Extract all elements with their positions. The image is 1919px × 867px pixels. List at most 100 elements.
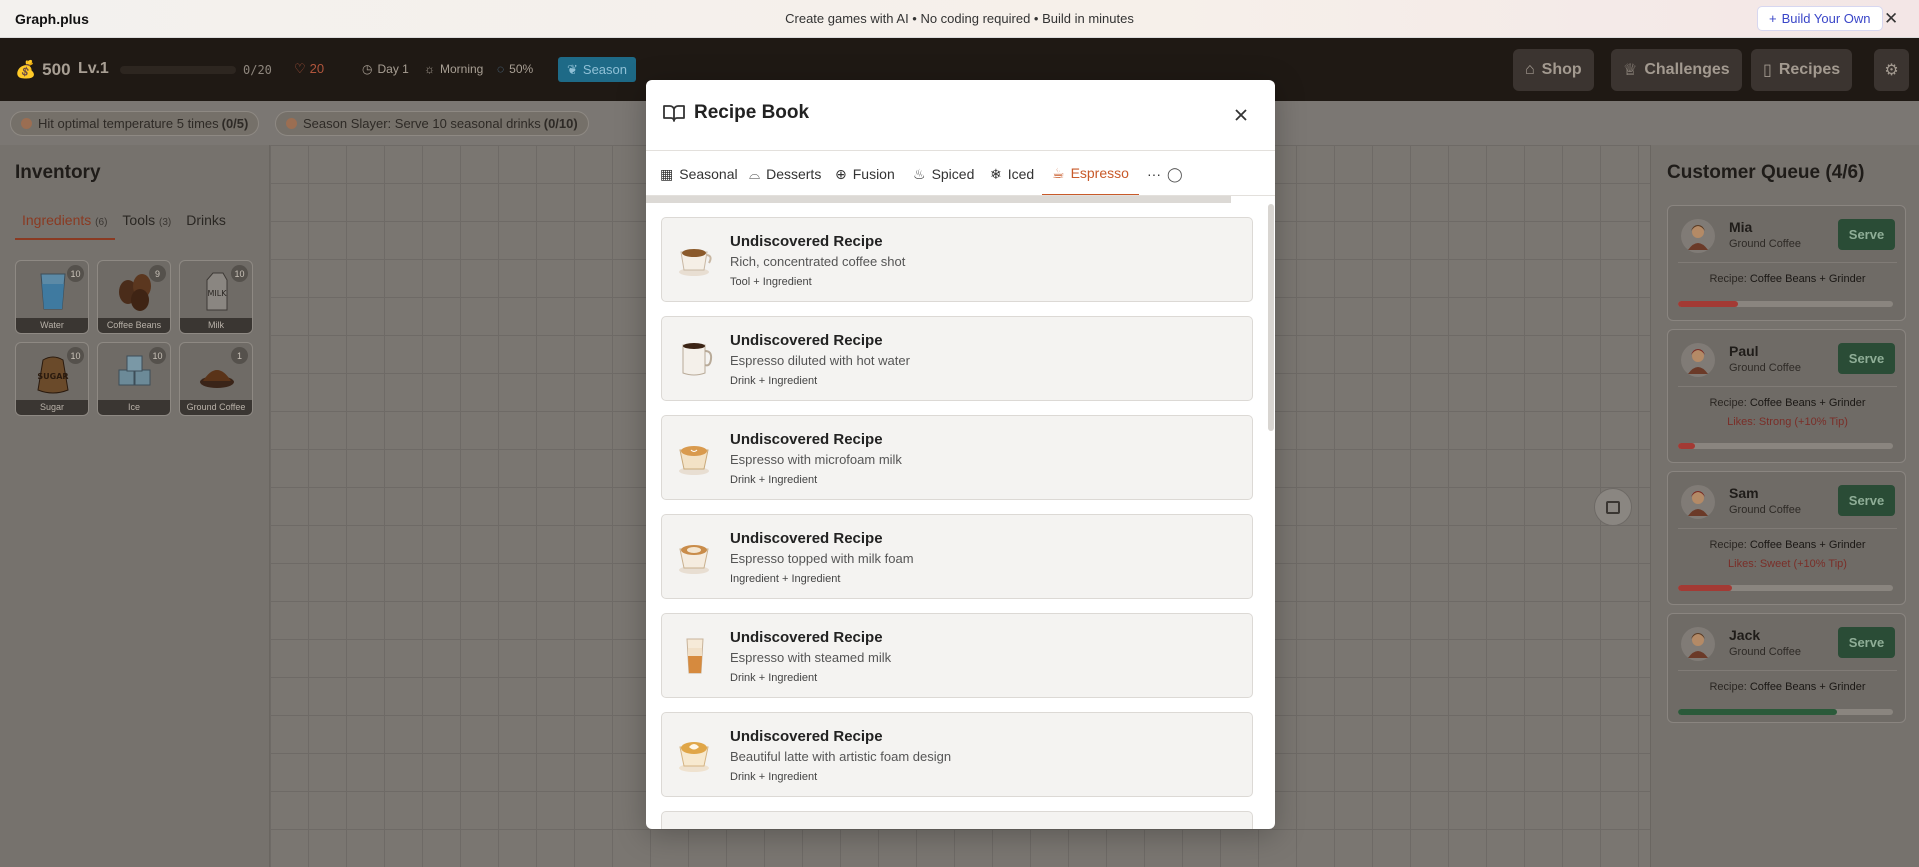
serve-button[interactable]: Serve — [1838, 219, 1895, 250]
customer-name: Mia — [1729, 219, 1753, 235]
customer-order: Ground Coffee — [1729, 238, 1801, 250]
challenges-button[interactable]: ♕ Challenges — [1611, 49, 1742, 91]
snowflake-icon: ❄ — [990, 165, 1002, 182]
patience-fill — [1678, 585, 1732, 591]
recipe-card[interactable] — [661, 811, 1253, 829]
customer-recipe: Recipe: Coffee Beans + Grinder — [1709, 273, 1866, 285]
challenge-chip[interactable]: Hit optimal temperature 5 times (0/5) — [10, 111, 260, 136]
tab-spiced[interactable]: ♨ Spiced — [903, 152, 984, 195]
serve-button[interactable]: Serve — [1838, 627, 1895, 658]
sun-icon: ☼ — [424, 62, 435, 76]
time-display: ☼ Morning — [424, 62, 484, 76]
brand-logo[interactable]: Graph.plus — [15, 11, 89, 27]
patience-fill — [1678, 301, 1739, 307]
customer-recipe: Recipe: Coffee Beans + Grinder — [1709, 539, 1866, 551]
inventory-item[interactable]: 1 Ground Coffee — [179, 342, 253, 416]
shop-button[interactable]: ⌂ Shop — [1513, 49, 1594, 91]
patience-bar — [1678, 585, 1893, 591]
customer-card: Sam Ground Coffee Serve Recipe: Coffee Bean… — [1667, 471, 1906, 605]
tabs-scrollbar[interactable] — [646, 196, 1231, 203]
customer-card: Mia Ground Coffee Serve Recipe: Coffee Bean… — [1667, 205, 1906, 321]
item-count-badge: 10 — [149, 347, 166, 364]
tab-seasonal[interactable]: ▦ Seasonal — [650, 152, 748, 195]
inventory-item[interactable]: 9 Coffee Beans — [97, 260, 171, 334]
recipe-combination: Tool + Ingredient — [730, 276, 812, 288]
recipe-combination: Ingredient + Ingredient — [730, 573, 841, 585]
level-label: Lv.1 — [78, 60, 109, 77]
divider — [1678, 386, 1897, 387]
tab-tools[interactable]: Tools (3) — [115, 212, 179, 240]
customer-order: Ground Coffee — [1729, 646, 1801, 658]
weather-display: ◌ 50% — [497, 62, 534, 76]
recipe-card[interactable]: Undiscovered Recipe Rich, concentrated co… — [661, 217, 1253, 302]
more-dots-icon: ··· — [1147, 166, 1161, 182]
patience-fill — [1678, 443, 1696, 449]
recipe-card[interactable]: Undiscovered Recipe Beautiful latte with … — [661, 712, 1253, 797]
tab-ingredients[interactable]: Ingredients (6) — [15, 212, 116, 240]
queue-title: Customer Queue (4/6) — [1667, 162, 1865, 183]
customer-avatar — [1680, 484, 1716, 520]
divider — [1678, 670, 1897, 671]
recipe-title: Undiscovered Recipe — [730, 530, 883, 547]
patience-bar — [1678, 301, 1893, 307]
tab-espresso[interactable]: ☕ Espresso — [1042, 152, 1139, 195]
svg-text:SUGAR: SUGAR — [37, 372, 68, 381]
inventory-item[interactable]: SUGAR 10 Sugar — [15, 342, 89, 416]
xp-bar — [120, 66, 236, 74]
build-your-own-button[interactable]: + Build Your Own — [1757, 6, 1883, 31]
customer-name: Paul — [1729, 343, 1759, 359]
recipe-combination: Drink + Ingredient — [730, 474, 818, 486]
close-modal-icon[interactable] — [1230, 104, 1252, 126]
settings-button[interactable]: ⚙ — [1874, 49, 1909, 91]
customer-recipe: Recipe: Coffee Beans + Grinder — [1709, 681, 1866, 693]
recipe-card[interactable]: Undiscovered Recipe Espresso topped with … — [661, 514, 1253, 599]
item-label: Sugar — [16, 400, 88, 415]
customer-order: Ground Coffee — [1729, 504, 1801, 516]
gear-icon: ⚙ — [1884, 62, 1899, 79]
customer-card: Jack Ground Coffee Serve Recipe: Coffee Bea… — [1667, 613, 1906, 723]
challenge-icon — [286, 118, 297, 129]
coffee-cup-icon: ☕ — [1052, 164, 1065, 181]
inventory-item[interactable]: MILK 10 Milk — [179, 260, 253, 334]
customer-queue-panel: Customer Queue (4/6) Mia Ground Coffee Ser… — [1650, 145, 1919, 867]
americano-mug-icon — [678, 339, 714, 379]
open-book-icon — [663, 105, 685, 122]
tab-iced[interactable]: ❄ Iced — [980, 152, 1044, 195]
plus-icon: + — [1769, 11, 1777, 26]
recipe-combination: Drink + Ingredient — [730, 771, 818, 783]
toggle-right-panel-button[interactable] — [1594, 488, 1632, 526]
recipe-card[interactable]: Undiscovered Recipe Espresso with steamed… — [661, 613, 1253, 698]
tab-drinks[interactable]: Drinks — [179, 212, 234, 240]
customer-recipe: Recipe: Coffee Beans + Grinder — [1709, 397, 1866, 409]
flat-white-cup-icon — [678, 438, 714, 478]
tab-more[interactable]: ··· ◯ — [1137, 152, 1193, 195]
serve-button[interactable]: Serve — [1838, 343, 1895, 374]
item-label: Coffee Beans — [98, 318, 170, 333]
recipe-list: Undiscovered Recipe Rich, concentrated co… — [646, 204, 1275, 829]
hearts-display: ♡ 20 — [294, 61, 325, 76]
recipes-button[interactable]: ▯ Recipes — [1751, 49, 1853, 91]
xp-text: 0/20 — [243, 63, 272, 77]
recipe-category-tabs: ▦ Seasonal ⌓ Desserts ⊕ Fusion ♨ Spiced ❄ Ice… — [646, 152, 1275, 196]
recipe-title: Undiscovered Recipe — [730, 332, 883, 349]
book-icon: ▯ — [1763, 62, 1772, 79]
inventory-item[interactable]: 10 Water — [15, 260, 89, 334]
inventory-tabs: Ingredients (6) Tools (3) Drinks — [15, 212, 234, 240]
season-button[interactable]: ❦ Season — [558, 57, 636, 82]
tab-fusion[interactable]: ⊕ Fusion — [825, 152, 905, 195]
challenge-chip[interactable]: Season Slayer: Serve 10 seasonal drinks … — [275, 111, 589, 136]
recipe-list-scrollbar[interactable] — [1268, 204, 1274, 431]
item-count-badge: 9 — [149, 265, 166, 282]
customer-name: Jack — [1729, 627, 1761, 643]
recipe-card[interactable]: Undiscovered Recipe Espresso diluted with… — [661, 316, 1253, 401]
patience-bar — [1678, 443, 1893, 449]
inventory-item[interactable]: 10 Ice — [97, 342, 171, 416]
patience-bar — [1678, 709, 1893, 715]
close-promo-icon[interactable]: ✕ — [1884, 9, 1898, 29]
tab-desserts[interactable]: ⌓ Desserts — [739, 152, 831, 195]
serve-button[interactable]: Serve — [1838, 485, 1895, 516]
challenge-icon — [21, 118, 32, 129]
day-display: ◷ Day 1 — [362, 62, 409, 76]
recipe-card[interactable]: Undiscovered Recipe Espresso with microfo… — [661, 415, 1253, 500]
item-label: Water — [16, 318, 88, 333]
